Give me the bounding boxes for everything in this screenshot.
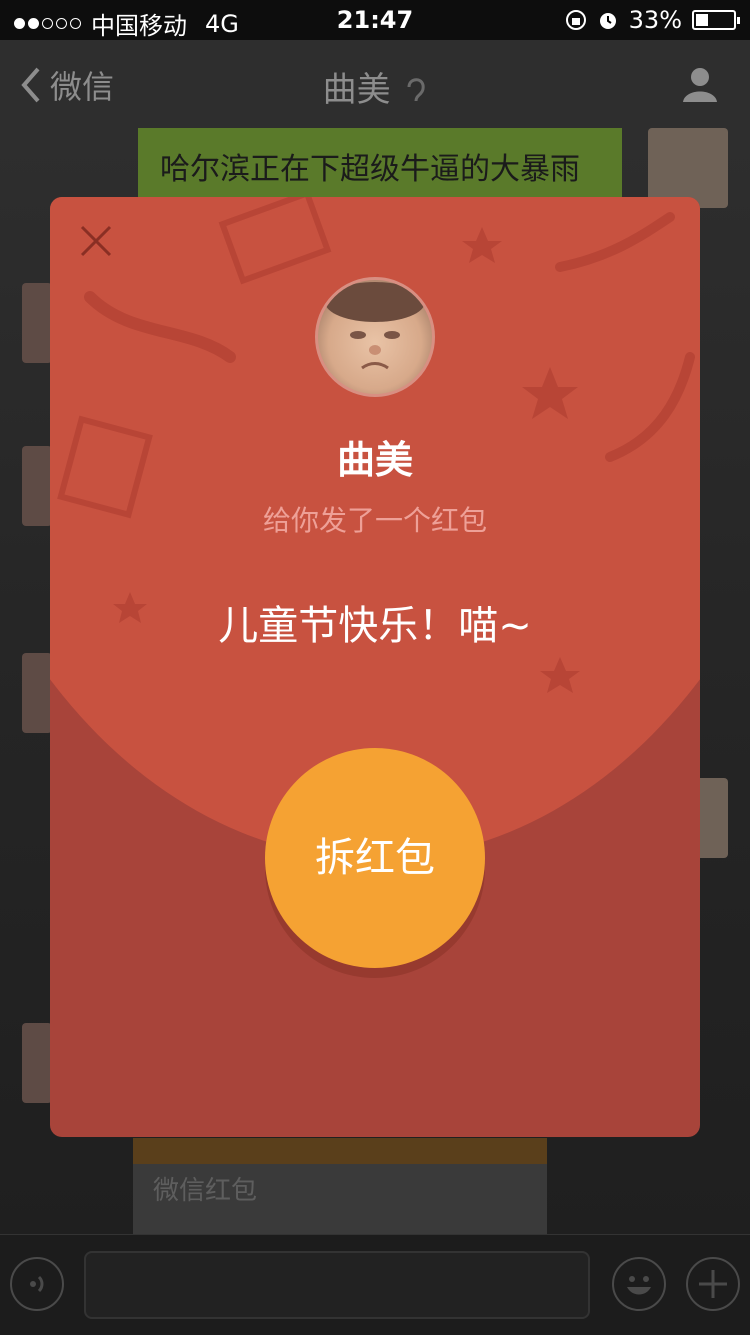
rotation-lock-icon xyxy=(565,10,586,30)
avatar-face xyxy=(325,282,425,370)
plus-icon xyxy=(699,1270,727,1298)
avatar[interactable] xyxy=(22,446,52,526)
battery-icon xyxy=(692,10,740,30)
alarm-icon xyxy=(599,13,616,29)
red-packet-modal: 曲美 给你发了一个红包 儿童节快乐！喵~ 拆红包 xyxy=(50,197,700,1137)
chat-bubble[interactable]: 哈尔滨正在下超级牛逼的大暴雨 xyxy=(138,128,622,198)
status-bar: 中国移动 4G 21:47 33% xyxy=(0,0,750,40)
open-red-packet-button[interactable]: 拆红包 xyxy=(265,748,485,968)
chat-title: 曲美 xyxy=(322,70,391,110)
avatar[interactable] xyxy=(22,283,52,363)
ear-icon xyxy=(407,78,425,102)
emoji-button[interactable] xyxy=(612,1257,666,1311)
page-title: 曲美 xyxy=(0,62,750,111)
person-icon xyxy=(683,68,717,102)
card-label: 微信红包 xyxy=(153,1176,258,1206)
sender-name: 曲美 xyxy=(336,438,413,482)
profile-button[interactable] xyxy=(680,64,720,108)
emoji-icon xyxy=(627,1276,651,1295)
message-input[interactable] xyxy=(84,1251,590,1319)
avatar[interactable] xyxy=(22,1023,52,1103)
voice-icon xyxy=(30,1275,44,1293)
avatar[interactable] xyxy=(22,653,52,733)
chat-message-text: 哈尔滨正在下超级牛逼的大暴雨 xyxy=(160,152,580,187)
red-packet-message-card[interactable]: 微信红包 xyxy=(133,1138,547,1234)
add-button[interactable] xyxy=(686,1257,740,1311)
battery-level xyxy=(696,14,708,26)
status-right: 33% xyxy=(565,6,740,34)
packet-subtitle: 给你发了一个红包 xyxy=(262,504,487,537)
close-icon xyxy=(80,225,112,257)
packet-message: 儿童节快乐！喵~ xyxy=(218,603,532,649)
nav-bar: 微信 曲美 xyxy=(0,40,750,128)
voice-button[interactable] xyxy=(10,1257,64,1311)
battery-percent: 33% xyxy=(628,6,682,34)
sender-avatar xyxy=(315,277,435,397)
input-bar xyxy=(0,1234,750,1335)
avatar[interactable] xyxy=(648,128,728,208)
close-button[interactable] xyxy=(78,223,114,259)
